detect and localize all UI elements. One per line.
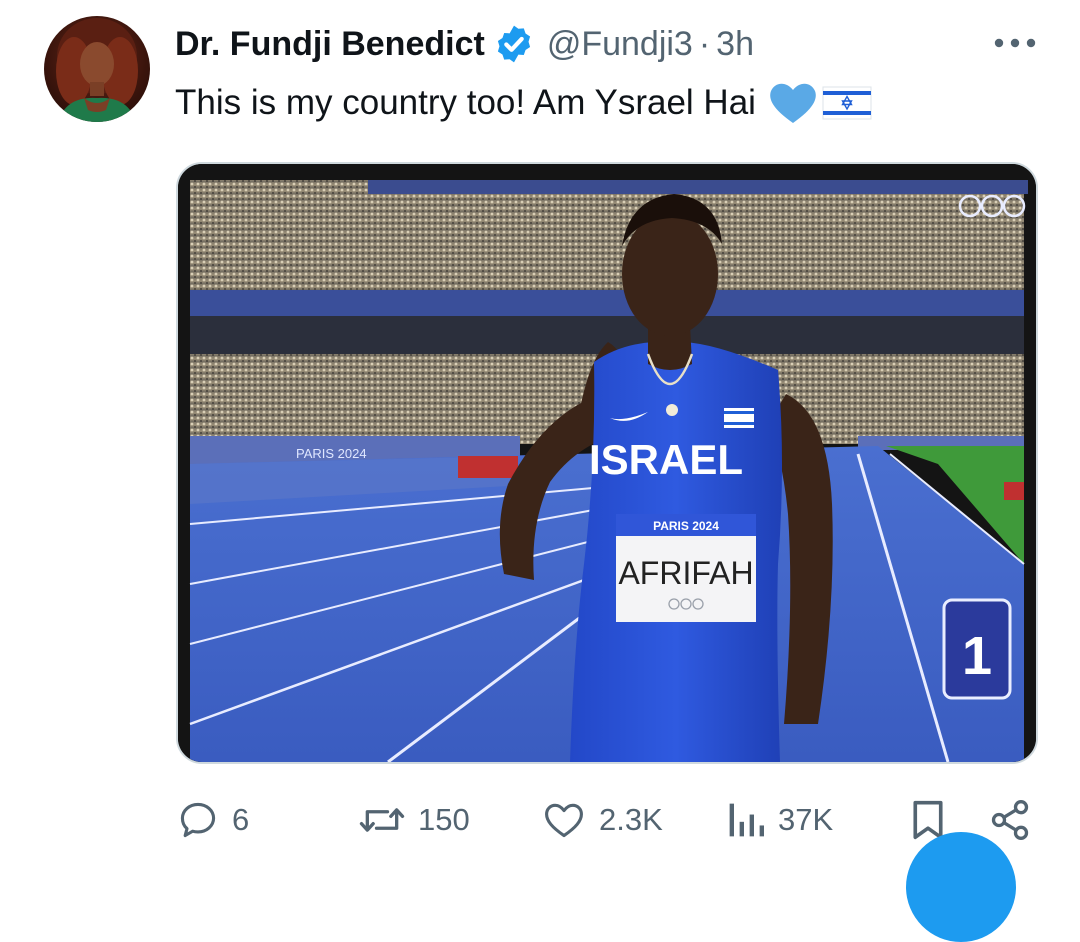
avatar-image <box>56 18 138 122</box>
views-button[interactable]: 37K <box>726 795 833 845</box>
share-button[interactable] <box>988 795 1032 845</box>
reply-icon <box>180 802 216 838</box>
retweet-count: 150 <box>418 802 470 837</box>
lane-number: 1 <box>962 626 992 686</box>
israel-flag-emoji-icon <box>822 86 872 120</box>
views-count: 37K <box>778 802 834 837</box>
avatar[interactable] <box>44 16 150 122</box>
views-chart-icon <box>729 803 764 837</box>
retweet-icon <box>359 808 405 832</box>
heart-icon <box>545 803 583 838</box>
tweet-text: This is my country too! Am Ysrael Hai <box>175 80 872 126</box>
separator-dot: · <box>698 24 711 63</box>
bib-name: AFRIFAH <box>618 555 753 591</box>
athlete-photo: PARIS 2024 1 ISRAEL PARIS 2024 AFRIFAH <box>178 164 1036 762</box>
compose-button[interactable] <box>906 832 1016 942</box>
reply-count: 6 <box>232 802 250 837</box>
banner-text: PARIS 2024 <box>296 446 367 461</box>
more-options-icon[interactable] <box>990 26 1040 60</box>
share-icon <box>991 800 1029 840</box>
tweet-header: Dr. Fundji Benedict @Fundji3 · 3h <box>175 22 754 66</box>
blue-heart-emoji-icon <box>770 83 816 123</box>
jersey-text: ISRAEL <box>589 436 743 483</box>
author-handle[interactable]: @Fundji3 <box>547 25 693 64</box>
verified-badge-icon[interactable] <box>493 23 535 65</box>
like-button[interactable]: 2.3K <box>541 795 663 845</box>
tweet-media-photo[interactable]: PARIS 2024 1 ISRAEL PARIS 2024 AFRIFAH <box>176 162 1038 764</box>
tweet-actions: 6 150 2.3K 37K <box>0 795 1080 845</box>
like-count: 2.3K <box>599 802 663 837</box>
bib-event: PARIS 2024 <box>653 519 719 533</box>
author-name[interactable]: Dr. Fundji Benedict <box>175 25 485 64</box>
reply-button[interactable]: 6 <box>176 795 249 845</box>
retweet-button[interactable]: 150 <box>358 795 470 845</box>
tweet-time[interactable]: 3h <box>716 25 754 64</box>
tweet-body: This is my country too! Am Ysrael Hai <box>175 83 756 122</box>
